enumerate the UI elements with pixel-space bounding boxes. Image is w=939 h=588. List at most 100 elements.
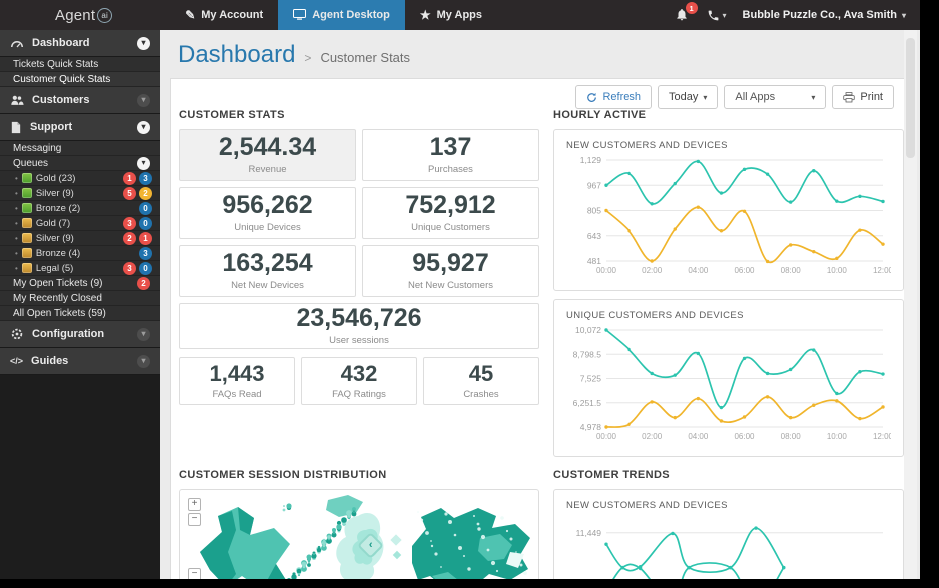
sidebar-item-messaging[interactable]: Messaging [0,141,160,156]
queue-badge: 3 [139,247,152,260]
sidebar-item-tickets-quick-stats[interactable]: Tickets Quick Stats [0,57,160,72]
queue-row-legal-5[interactable]: • Legal (5) 30 [0,261,160,276]
chevron-down-icon[interactable]: ▾ [137,355,150,368]
bullet-icon: • [15,204,18,213]
sidebar-item-configuration[interactable]: Configuration ▾ [0,321,160,348]
queue-row-silver-9a[interactable]: • Silver (9) 52 [0,186,160,201]
svg-text:805: 805 [587,206,601,216]
queue-row-gold-23[interactable]: • Gold (23) 13 [0,171,160,186]
svg-text:00:00: 00:00 [596,432,617,441]
chevron-down-icon[interactable]: ▾ [137,94,150,107]
apps-select[interactable]: All Apps ▾ [724,85,826,109]
date-range-button[interactable]: Today ▾ [658,85,718,109]
phone-menu[interactable]: ▾ [707,9,727,22]
svg-text:04:00: 04:00 [688,432,709,441]
svg-text:967: 967 [587,180,601,190]
chart-title: NEW CUSTOMERS AND DEVICES [566,140,891,151]
sidebar-item-support[interactable]: Support ▾ [0,114,160,141]
customer-trends-chart: 11,44911,449 [566,513,891,579]
notification-badge: 1 [686,2,698,14]
queue-row-bronze-2[interactable]: • Bronze (2) 0 [0,201,160,216]
chevron-down-icon: ▾ [902,11,906,20]
sidebar-item-my-recently-closed[interactable]: My Recently Closed [0,291,160,306]
stat-tile-faqs-read[interactable]: 1,443 FAQs Read [179,357,295,405]
queue-row-bronze-4[interactable]: • Bronze (4) 3 [0,246,160,261]
gauge-icon [10,37,24,50]
breadcrumb: Dashboard > Customer Stats [160,30,920,69]
stat-tile-unique-devices[interactable]: 956,262 Unique Devices [179,187,356,239]
sidebar-item-customer-quick-stats[interactable]: Customer Quick Stats [0,72,160,87]
tab-my-account[interactable]: ✎ My Account [170,0,278,30]
section-customer-trends: CUSTOMER TRENDS [553,469,904,483]
sidebar-item-dashboard[interactable]: Dashboard ▾ [0,30,160,57]
queue-row-gold-7[interactable]: • Gold (7) 30 [0,216,160,231]
world-map[interactable] [180,490,538,579]
svg-text:11,449: 11,449 [576,528,602,538]
svg-text:10:00: 10:00 [827,266,848,275]
svg-text:1,129: 1,129 [580,155,602,165]
refresh-icon [586,92,597,103]
app-icon [22,263,32,273]
stat-tile-faq-ratings[interactable]: 432 FAQ Ratings [301,357,417,405]
toolbar: Refresh Today ▾ All Apps ▾ Print [575,85,894,109]
logo-text: Agent [55,7,95,24]
bullet-icon: • [15,234,18,243]
account-menu[interactable]: Bubble Puzzle Co., Ava Smith ▾ [743,9,906,21]
sidebar-item-customers[interactable]: Customers ▾ [0,87,160,114]
customer-trends-panel: NEW CUSTOMERS AND DEVICES 11,44911,449 [553,489,904,579]
chart-title: UNIQUE CUSTOMERS AND DEVICES [566,310,891,321]
queue-badge: 1 [139,232,152,245]
scrollbar-thumb[interactable] [906,38,915,158]
stat-tiles: 2,544.34 Revenue 137 Purchases 956,262 U… [179,129,539,297]
chevron-down-icon[interactable]: ▾ [137,157,150,170]
tab-my-apps[interactable]: ★ My Apps [405,0,497,30]
left-column: CUSTOMER STATS 2,544.34 Revenue 137 Purc… [179,109,539,579]
bullet-icon: • [15,264,18,273]
scrollbar[interactable] [904,30,917,579]
queue-badge: 2 [123,232,136,245]
bullet-icon: • [15,174,18,183]
sidebar-item-guides[interactable]: </> Guides ▾ [0,348,160,375]
stat-tile-unique-customers[interactable]: 752,912 Unique Customers [362,187,539,239]
hourly-new-panel: NEW CUSTOMERS AND DEVICES 1,129 967 805 643… [553,129,904,291]
app-icon [22,203,32,213]
print-button[interactable]: Print [832,85,894,109]
app-icon [22,248,32,258]
bullet-icon: • [15,249,18,258]
bullet-icon: • [15,219,18,228]
queue-badge: 2 [139,187,152,200]
chevron-down-icon: ▾ [703,93,707,102]
stat-tile-user-sessions[interactable]: 23,546,726 User sessions [179,303,539,349]
notifications-button[interactable]: 1 [675,7,691,23]
map-zoom-in-button[interactable]: + [188,498,201,511]
svg-text:643: 643 [587,231,601,241]
stat-tile-purchases[interactable]: 137 Purchases [362,129,539,181]
small-stat-tiles: 1,443 FAQs Read 432 FAQ Ratings 45 Crash… [179,357,539,405]
refresh-button[interactable]: Refresh [575,85,652,109]
svg-text:6,251.5: 6,251.5 [573,398,602,408]
logo[interactable]: Agentai [55,0,112,30]
chevron-down-icon[interactable]: ▾ [137,121,150,134]
stat-tile-net-new-devices[interactable]: 163,254 Net New Devices [179,245,356,297]
svg-text:4,978: 4,978 [580,422,602,432]
sidebar-item-all-open-tickets[interactable]: All Open Tickets (59) [0,306,160,321]
topbar: Agentai ✎ My Account Agent Desktop ★ My … [0,0,920,30]
app-icon [22,218,32,228]
queue-row-silver-9b[interactable]: • Silver (9) 21 [0,231,160,246]
tab-agent-desktop[interactable]: Agent Desktop [278,0,405,30]
stat-tile-net-new-customers[interactable]: 95,927 Net New Customers [362,245,539,297]
top-tabs: ✎ My Account Agent Desktop ★ My Apps [170,0,497,30]
app-window: Agentai ✎ My Account Agent Desktop ★ My … [0,0,920,579]
map-zoom-out-button-2[interactable]: − [188,568,201,579]
session-distribution-map: + − − + ‹ [179,489,539,579]
sidebar-item-queues[interactable]: Queues ▾ [0,156,160,171]
bullet-icon: • [15,189,18,198]
sidebar-item-my-open-tickets[interactable]: My Open Tickets (9) 2 [0,276,160,291]
stat-tile-crashes[interactable]: 45 Crashes [423,357,539,405]
breadcrumb-current: Customer Stats [320,50,410,65]
chevron-down-icon: ▾ [811,93,815,102]
chevron-down-icon[interactable]: ▾ [137,328,150,341]
chevron-down-icon[interactable]: ▾ [137,37,150,50]
stat-tile-revenue[interactable]: 2,544.34 Revenue [179,129,356,181]
map-zoom-out-button[interactable]: − [188,513,201,526]
